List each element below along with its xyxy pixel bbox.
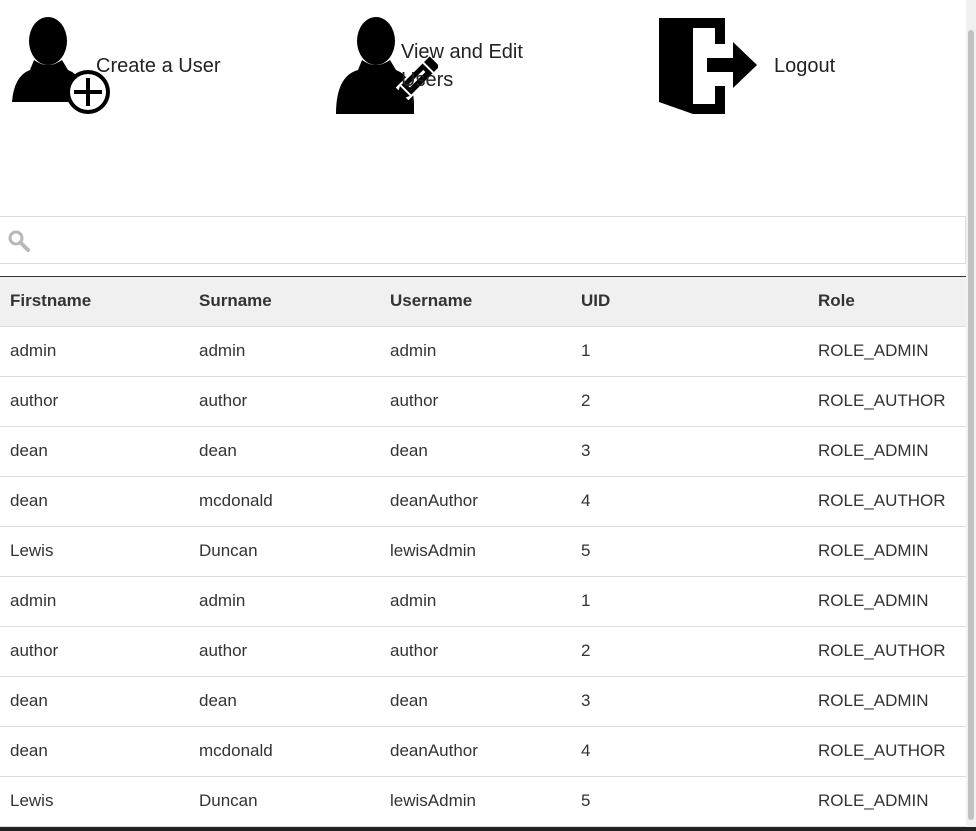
cell-firstname: Lewis — [0, 526, 189, 577]
cell-surname: dean — [189, 676, 380, 727]
cell-surname: author — [189, 376, 380, 427]
table-row[interactable]: dean dean dean 3 ROLE_ADMIN — [0, 676, 966, 727]
cell-uid: 5 — [571, 526, 808, 577]
users-table: Firstname Surname Username UID Role admi… — [0, 277, 966, 827]
cell-uid: 1 — [571, 326, 808, 377]
table-row[interactable]: dean mcdonald deanAuthor 4 ROLE_AUTHOR — [0, 476, 966, 527]
cell-username: dean — [380, 676, 571, 727]
table-row[interactable]: admin admin admin 1 ROLE_ADMIN — [0, 326, 966, 377]
vertical-scrollbar[interactable] — [966, 0, 976, 831]
cell-surname: Duncan — [189, 776, 380, 827]
cell-uid: 4 — [571, 476, 808, 527]
cell-role: ROLE_ADMIN — [808, 326, 966, 377]
cell-username: deanAuthor — [380, 726, 571, 777]
table-header-row: Firstname Surname Username UID Role — [0, 277, 966, 327]
logout-icon — [657, 14, 761, 123]
header-uid[interactable]: UID — [571, 277, 808, 327]
view-edit-users-link[interactable]: View and Edit Users — [334, 14, 634, 118]
table-row[interactable]: author author author 2 ROLE_AUTHOR — [0, 376, 966, 427]
header-username[interactable]: Username — [380, 277, 571, 327]
cell-username: admin — [380, 576, 571, 627]
header-surname[interactable]: Surname — [189, 277, 380, 327]
search-icon — [7, 229, 31, 258]
search-input[interactable] — [38, 225, 942, 257]
header-role[interactable]: Role — [808, 277, 966, 327]
table-row[interactable]: dean mcdonald deanAuthor 4 ROLE_AUTHOR — [0, 726, 966, 777]
cell-username: admin — [380, 326, 571, 377]
cell-role: ROLE_AUTHOR — [808, 376, 966, 427]
bottom-divider — [0, 827, 976, 831]
cell-firstname: dean — [0, 476, 189, 527]
cell-firstname: dean — [0, 676, 189, 727]
table-row[interactable]: admin admin admin 1 ROLE_ADMIN — [0, 576, 966, 627]
cell-role: ROLE_ADMIN — [808, 576, 966, 627]
cell-surname: admin — [189, 326, 380, 377]
cell-uid: 2 — [571, 376, 808, 427]
cell-username: author — [380, 626, 571, 677]
search-bar — [0, 216, 966, 264]
cell-uid: 3 — [571, 426, 808, 477]
table-row[interactable]: author author author 2 ROLE_AUTHOR — [0, 626, 966, 677]
scrollbar-thumb[interactable] — [968, 30, 974, 820]
cell-username: lewisAdmin — [380, 776, 571, 827]
cell-uid: 1 — [571, 576, 808, 627]
create-user-label: Create a User — [96, 55, 221, 77]
table-row[interactable]: Lewis Duncan lewisAdmin 5 ROLE_ADMIN — [0, 526, 966, 577]
logout-label: Logout — [774, 55, 836, 77]
cell-role: ROLE_ADMIN — [808, 676, 966, 727]
cell-uid: 5 — [571, 776, 808, 827]
cell-firstname: dean — [0, 426, 189, 477]
cell-role: ROLE_ADMIN — [808, 426, 966, 477]
cell-firstname: Lewis — [0, 776, 189, 827]
cell-role: ROLE_ADMIN — [808, 526, 966, 577]
cell-role: ROLE_AUTHOR — [808, 476, 966, 527]
table-body: admin admin admin 1 ROLE_ADMIN author author au… — [0, 326, 966, 827]
top-menu: Create a User View and Edit Users Logout — [0, 0, 966, 130]
cell-firstname: author — [0, 626, 189, 677]
cell-surname: admin — [189, 576, 380, 627]
cell-firstname: admin — [0, 326, 189, 377]
table-row[interactable]: dean dean dean 3 ROLE_ADMIN — [0, 426, 966, 477]
cell-uid: 4 — [571, 726, 808, 777]
view-edit-users-label: View and Edit Users — [401, 41, 523, 91]
cell-role: ROLE_AUTHOR — [808, 726, 966, 777]
table-row[interactable]: Lewis Duncan lewisAdmin 5 ROLE_ADMIN — [0, 776, 966, 827]
cell-surname: author — [189, 626, 380, 677]
cell-username: lewisAdmin — [380, 526, 571, 577]
create-user-link[interactable]: Create a User — [10, 14, 290, 118]
cell-surname: mcdonald — [189, 476, 380, 527]
cell-username: deanAuthor — [380, 476, 571, 527]
cell-firstname: dean — [0, 726, 189, 777]
cell-username: author — [380, 376, 571, 427]
cell-username: dean — [380, 426, 571, 477]
cell-role: ROLE_AUTHOR — [808, 626, 966, 677]
cell-surname: mcdonald — [189, 726, 380, 777]
cell-uid: 3 — [571, 676, 808, 727]
logout-link[interactable]: Logout — [657, 14, 937, 118]
header-firstname[interactable]: Firstname — [0, 277, 189, 327]
users-table-container: Firstname Surname Username UID Role admi… — [0, 276, 966, 827]
page: Create a User View and Edit Users Logout… — [0, 0, 966, 831]
cell-role: ROLE_ADMIN — [808, 776, 966, 827]
cell-surname: dean — [189, 426, 380, 477]
cell-uid: 2 — [571, 626, 808, 677]
cell-firstname: author — [0, 376, 189, 427]
cell-firstname: admin — [0, 576, 189, 627]
cell-surname: Duncan — [189, 526, 380, 577]
